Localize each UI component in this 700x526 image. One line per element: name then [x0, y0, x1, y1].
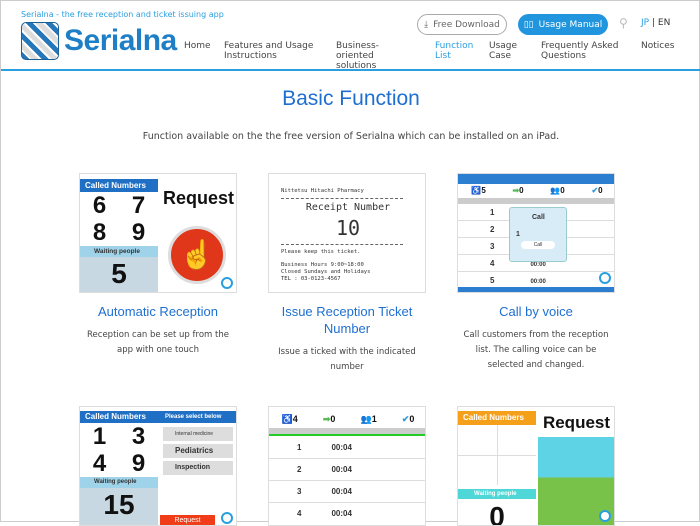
waiting-count: 0 [489, 501, 505, 526]
screenshot-department-select[interactable]: Called Numbers Please select below 1 3 4… [79, 406, 237, 526]
queue-row: 2 00:04 [269, 459, 425, 481]
called-number: 6 [92, 192, 107, 219]
count-serving: 👥0 [550, 186, 565, 195]
called-number: 3 [131, 423, 146, 450]
call-popup-button: Call [521, 241, 555, 249]
request-label: Request [162, 188, 234, 208]
card-queue-list: ♿4 ➡0 👥1 ✔0 1 00:04 2 00:04 3 00:04 4 00:04 [268, 406, 426, 526]
card-call-by-voice: ♿5 ➡0 👥0 ✔0 1 2 3 4 00:00 5 00:00 Call 1 C… [457, 173, 615, 373]
ticket-keep: Please keep this ticket. [281, 249, 361, 255]
logo-icon [21, 22, 59, 60]
called-number: 1 [92, 423, 107, 450]
call-popup-number: 1 [516, 231, 520, 238]
screenshot-automatic-reception[interactable]: Called Numbers 6 7 8 9 Waiting people 5 … [79, 173, 237, 293]
ticket-heading: Receipt Number [305, 202, 391, 213]
called-number: 4 [92, 450, 107, 477]
called-number: 9 [131, 450, 146, 477]
card-title: Automatic Reception [98, 304, 218, 319]
waiting-count: 15 [103, 489, 135, 520]
nav-faq[interactable]: Frequently Asked Questions [541, 41, 621, 61]
count-called: ➡0 [322, 414, 336, 424]
screenshot-queue-list[interactable]: ♿4 ➡0 👥1 ✔0 1 00:04 2 00:04 3 00:04 4 00:04 [268, 406, 426, 526]
count-waiting: ♿5 [471, 186, 486, 195]
called-number: 9 [131, 219, 146, 246]
waiting-label: Waiting people [458, 489, 536, 499]
waiting-count: 5 [111, 258, 127, 289]
call-popup-title: Call [532, 214, 545, 221]
queue-row: 1 00:04 [269, 437, 425, 459]
queue-row: 3 00:04 [269, 481, 425, 503]
nav-home[interactable]: Home [184, 41, 224, 51]
download-icon: ⤓ [424, 19, 429, 30]
usage-manual-label: Usage Manual [538, 19, 603, 30]
book-icon: ▯▯ [523, 19, 534, 30]
card-custom-image: Called Numbers Waiting people 0 Request [457, 406, 615, 526]
option: Pediatrics [163, 444, 233, 458]
request-label: Request [542, 413, 611, 432]
card-title: Call by voice [499, 304, 573, 319]
zoom-icon[interactable] [599, 510, 611, 522]
select-label: Please select below [158, 411, 236, 423]
ticket-tel: TEL : 03-0123-4567 [281, 276, 341, 282]
option: Inspection [163, 461, 233, 475]
count-waiting: ♿4 [281, 414, 298, 424]
count-done: ✔0 [591, 186, 603, 195]
tagline: Serialna - the free reception and ticket… [21, 10, 224, 19]
called-numbers-label: Called Numbers [80, 179, 158, 192]
called-numbers-label: Called Numbers [458, 411, 536, 425]
screenshot-call-voice[interactable]: ♿5 ➡0 👥0 ✔0 1 2 3 4 00:00 5 00:00 Call 1 C… [457, 173, 615, 293]
zoom-icon[interactable] [221, 512, 233, 524]
free-download-button[interactable]: ⤓ Free Download [417, 14, 507, 35]
ticket-closed: Closed Sundays and Holidays [281, 269, 371, 275]
hand-tap-icon: ☝ [168, 226, 226, 284]
ticket-hours: Business Hours 9:00~18:00 [281, 262, 364, 268]
lang-en[interactable]: EN [658, 18, 670, 28]
usage-manual-button[interactable]: ▯▯ Usage Manual [518, 14, 608, 35]
card-issue-ticket: Nittetsu Hitachi Pharmacy Receipt Number… [268, 173, 426, 375]
option-checked: Internal medicine [163, 427, 233, 441]
lang-sep: | [651, 18, 656, 28]
header-divider [1, 69, 700, 71]
nav-usage-case[interactable]: Usage Case [489, 41, 525, 61]
card-department-select: Called Numbers Please select below 1 3 4… [79, 406, 237, 526]
waiting-label: Waiting people [80, 477, 158, 488]
logo-text: Serialna [64, 24, 177, 57]
count-done: ✔0 [401, 414, 415, 424]
card-description: Issue a ticked with the indicated number [278, 347, 416, 372]
card-title: Issue Reception Ticket Number [281, 304, 413, 336]
count-serving: 👥1 [360, 414, 377, 424]
page-subtitle: Function available on the the free versi… [142, 131, 560, 142]
free-download-label: Free Download [433, 19, 500, 30]
language-switch: JP | EN [641, 18, 670, 28]
request-button: Request [160, 515, 215, 525]
waiting-label: Waiting people [80, 246, 158, 257]
ticket-store: Nittetsu Hitachi Pharmacy [281, 188, 364, 194]
called-number: 8 [92, 219, 107, 246]
card-description: Call customers from the reception list. … [463, 330, 609, 370]
lang-jp[interactable]: JP [641, 18, 649, 28]
zoom-icon[interactable] [599, 272, 611, 284]
logo[interactable]: Serialna [21, 22, 177, 60]
nav-features[interactable]: Features and Usage Instructions [224, 41, 314, 61]
ticket-number: 10 [335, 216, 361, 240]
called-numbers-label: Called Numbers [80, 411, 158, 423]
card-automatic-reception: Called Numbers 6 7 8 9 Waiting people 5 … [79, 173, 237, 358]
count-called: ➡0 [512, 186, 524, 195]
page-title: Basic Function [282, 87, 420, 110]
card-description: Reception can be set up from the app wit… [87, 330, 229, 355]
called-number: 7 [131, 192, 146, 219]
nav-notices[interactable]: Notices [641, 41, 674, 51]
search-icon[interactable]: ⚲ [619, 16, 628, 30]
zoom-icon[interactable] [221, 277, 233, 289]
nav-business[interactable]: Business-oriented solutions [336, 41, 416, 71]
screenshot-ticket[interactable]: Nittetsu Hitachi Pharmacy Receipt Number… [268, 173, 426, 293]
screenshot-custom-image[interactable]: Called Numbers Waiting people 0 Request [457, 406, 615, 526]
nav-function-list[interactable]: Function List [435, 41, 475, 61]
